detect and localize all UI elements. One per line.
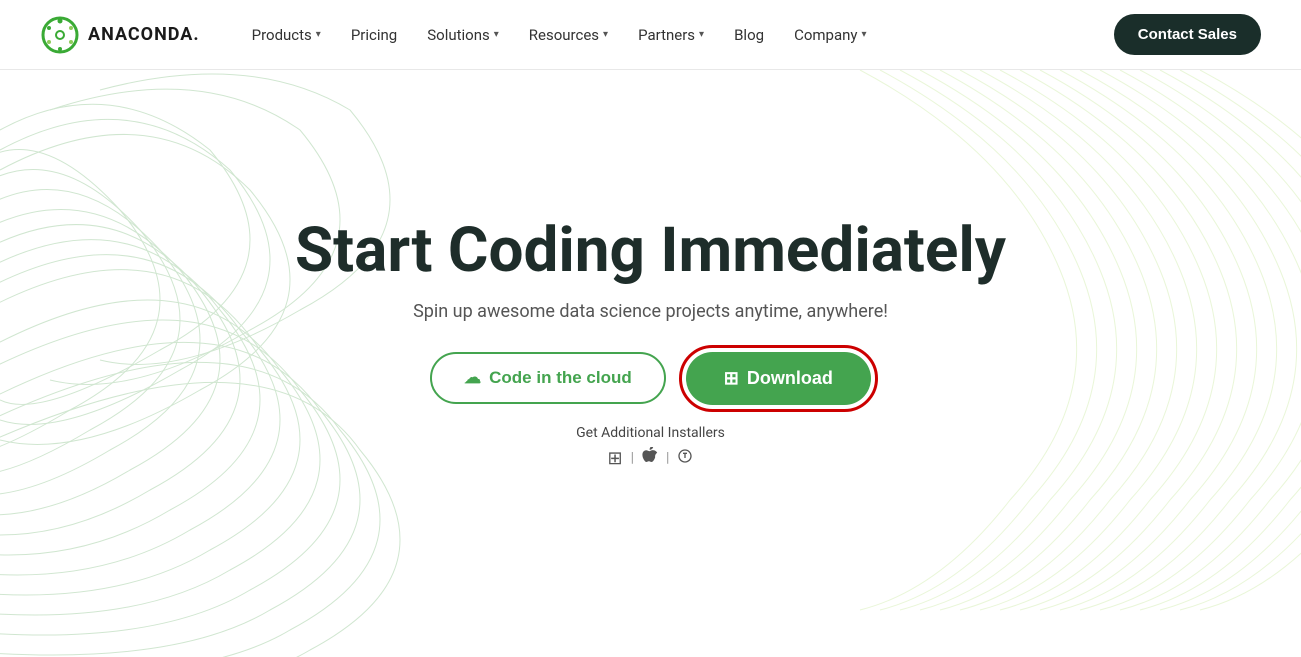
- hero-title: Start Coding Immediately: [295, 217, 1006, 285]
- nav-item-products[interactable]: Products ▾: [240, 18, 333, 52]
- installer-icons: ⊞ | |: [608, 447, 694, 470]
- hero-subtitle: Spin up awesome data science projects an…: [413, 301, 888, 322]
- chevron-down-icon: ▾: [316, 29, 321, 40]
- get-installers-label: Get Additional Installers: [576, 425, 725, 441]
- separator: |: [666, 450, 669, 466]
- logo-text: ANACONDA.: [88, 24, 200, 45]
- nav-item-blog[interactable]: Blog: [722, 18, 776, 52]
- hero-content: Start Coding Immediately Spin up awesome…: [295, 217, 1006, 469]
- code-in-cloud-label: Code in the cloud: [489, 368, 632, 388]
- logo-icon: [40, 15, 80, 55]
- nav-item-pricing[interactable]: Pricing: [339, 18, 409, 52]
- chevron-down-icon: ▾: [862, 29, 867, 40]
- nav-right: Contact Sales: [1114, 14, 1261, 55]
- nav-item-partners[interactable]: Partners ▾: [626, 18, 716, 52]
- windows-installer-icon[interactable]: ⊞: [608, 448, 623, 469]
- code-in-cloud-button[interactable]: ☁ Code in the cloud: [430, 352, 666, 404]
- mac-installer-icon[interactable]: [642, 447, 658, 470]
- get-installers-section: Get Additional Installers ⊞ | |: [576, 425, 725, 470]
- linux-installer-icon[interactable]: [677, 447, 693, 470]
- chevron-down-icon: ▾: [699, 29, 704, 40]
- download-button[interactable]: ⊞ Download: [686, 352, 871, 405]
- logo[interactable]: ANACONDA.: [40, 15, 200, 55]
- nav-links: Products ▾ Pricing Solutions ▾ Resources…: [240, 18, 1114, 52]
- contact-sales-button[interactable]: Contact Sales: [1114, 14, 1261, 55]
- nav-item-resources[interactable]: Resources ▾: [517, 18, 620, 52]
- hero-buttons: ☁ Code in the cloud ⊞ Download: [430, 352, 871, 405]
- download-label: Download: [747, 368, 833, 389]
- chevron-down-icon: ▾: [603, 29, 608, 40]
- windows-icon: ⊞: [724, 368, 739, 389]
- cloud-icon: ☁: [464, 368, 481, 388]
- chevron-down-icon: ▾: [494, 29, 499, 40]
- hero-section: Start Coding Immediately Spin up awesome…: [0, 70, 1301, 657]
- nav-item-solutions[interactable]: Solutions ▾: [415, 18, 511, 52]
- nav-item-company[interactable]: Company ▾: [782, 18, 878, 52]
- separator: |: [631, 450, 634, 466]
- navbar: ANACONDA. Products ▾ Pricing Solutions ▾…: [0, 0, 1301, 70]
